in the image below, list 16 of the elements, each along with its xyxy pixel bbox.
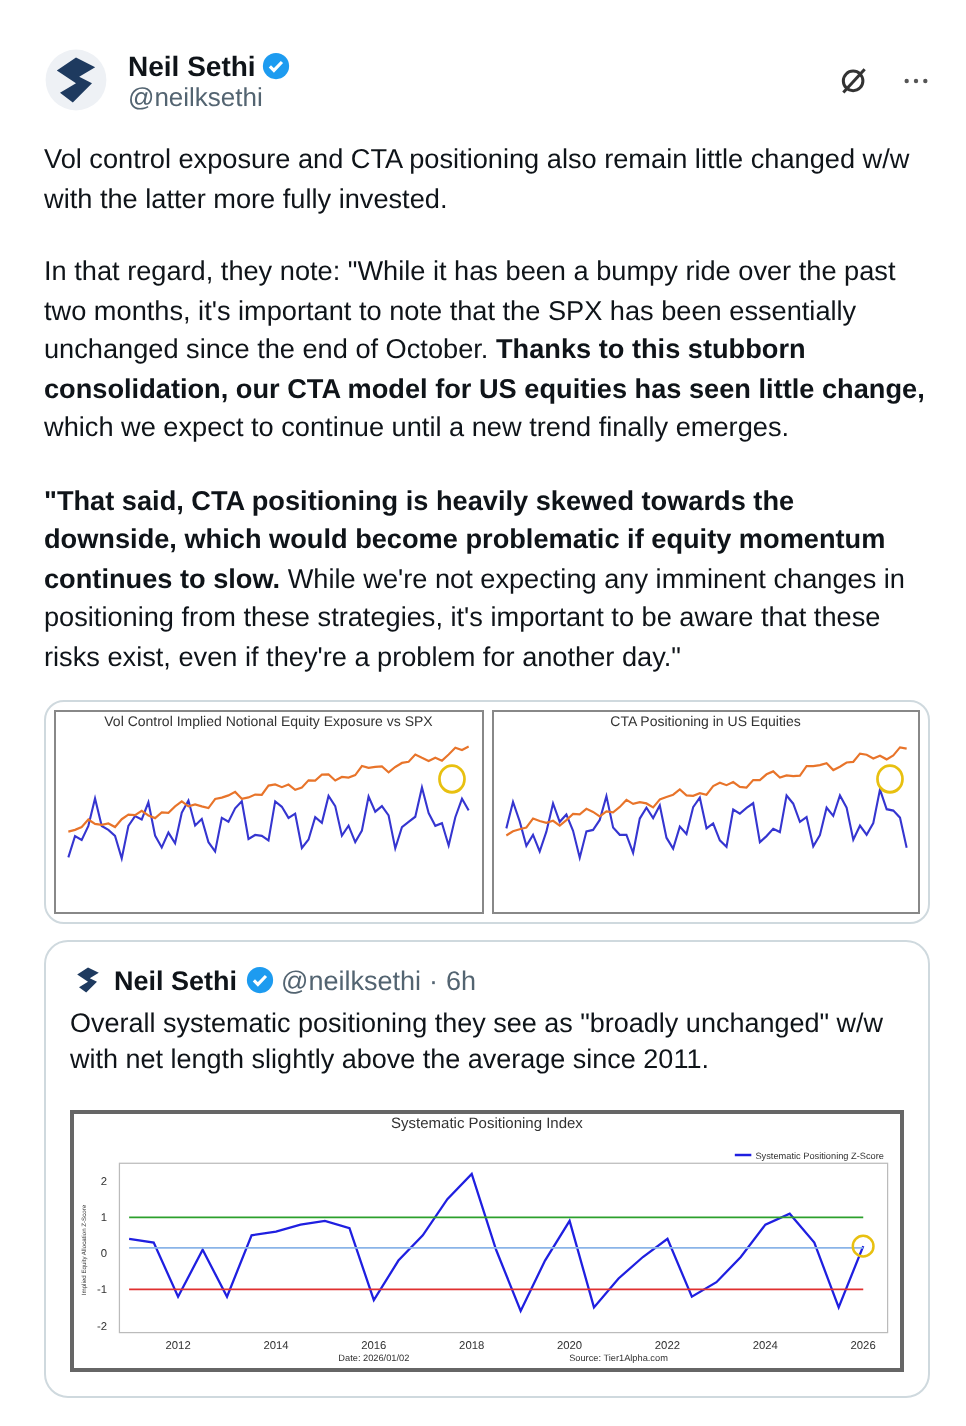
author-handle[interactable]: @neilksethi xyxy=(128,81,818,111)
highlight-circle xyxy=(438,764,466,794)
highlight-circle xyxy=(851,1234,875,1258)
author-handle[interactable]: @neilksethi xyxy=(281,965,422,995)
author-name[interactable]: Neil Sethi xyxy=(114,965,238,995)
quoted-tweet-card[interactable] xyxy=(44,940,930,1398)
quoted-tweet-text: Overall systematic positioning they see as "broadly unchanged" w/w with net length slightly above the average since 2011. xyxy=(70,1006,886,1078)
more-icon[interactable] xyxy=(902,75,930,85)
logo-avatar-icon[interactable] xyxy=(44,48,108,112)
tweet-paragraph: "That said, CTA positioning is heavily skewed towards the downside, which would become problematic if equity momentum continues to slow. While we're not expecting any imminent changes in positioning from these strategies, it's important to be aware that these risks exist, even if they're a problem for another day." xyxy=(44,483,907,676)
highlight-circle xyxy=(875,764,903,794)
separator-dot: · xyxy=(429,965,439,995)
author-name[interactable]: Neil Sethi xyxy=(128,49,256,81)
tweet-paragraph: In that regard, they note: "While it has been a bumpy ride over the past two months, it's important to note that the SPX has been essentially unchanged since the end of October. Thanks to this stubborn consolidation, our CTA model for US equities has seen little change, which we expect to continue until a new trend finally emerges. xyxy=(44,254,927,446)
tweet-paragraph: Vol control exposure and CTA positioning also remain little changed w/w with the latter more fully invested. xyxy=(44,142,912,218)
post-time: 6h xyxy=(446,965,477,995)
